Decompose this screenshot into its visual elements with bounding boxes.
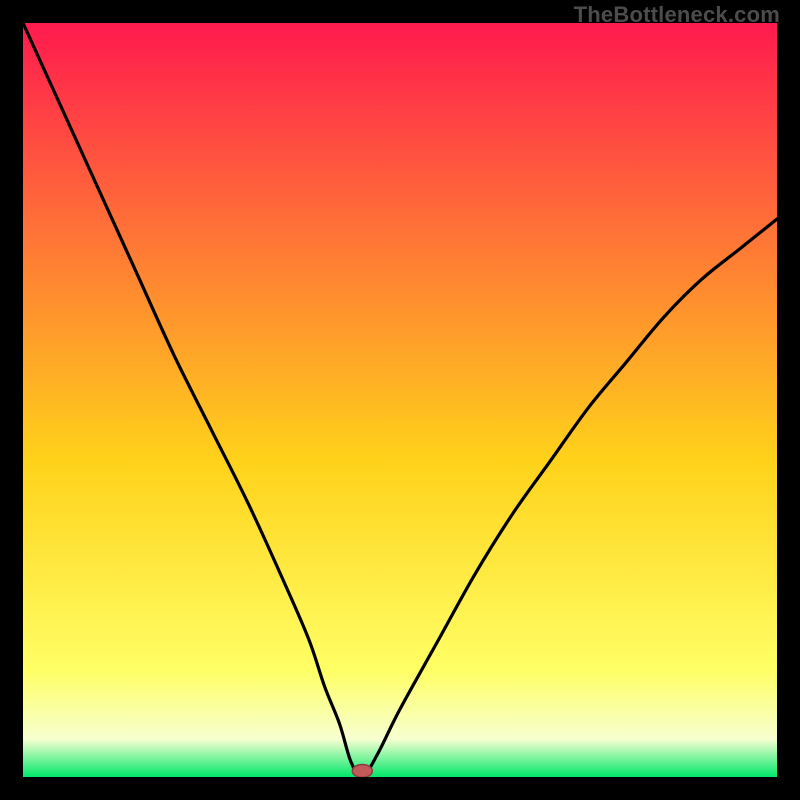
bottleneck-plot bbox=[23, 23, 777, 777]
optimum-marker bbox=[352, 764, 372, 777]
chart-frame: TheBottleneck.com bbox=[0, 0, 800, 800]
gradient-background bbox=[23, 23, 777, 777]
